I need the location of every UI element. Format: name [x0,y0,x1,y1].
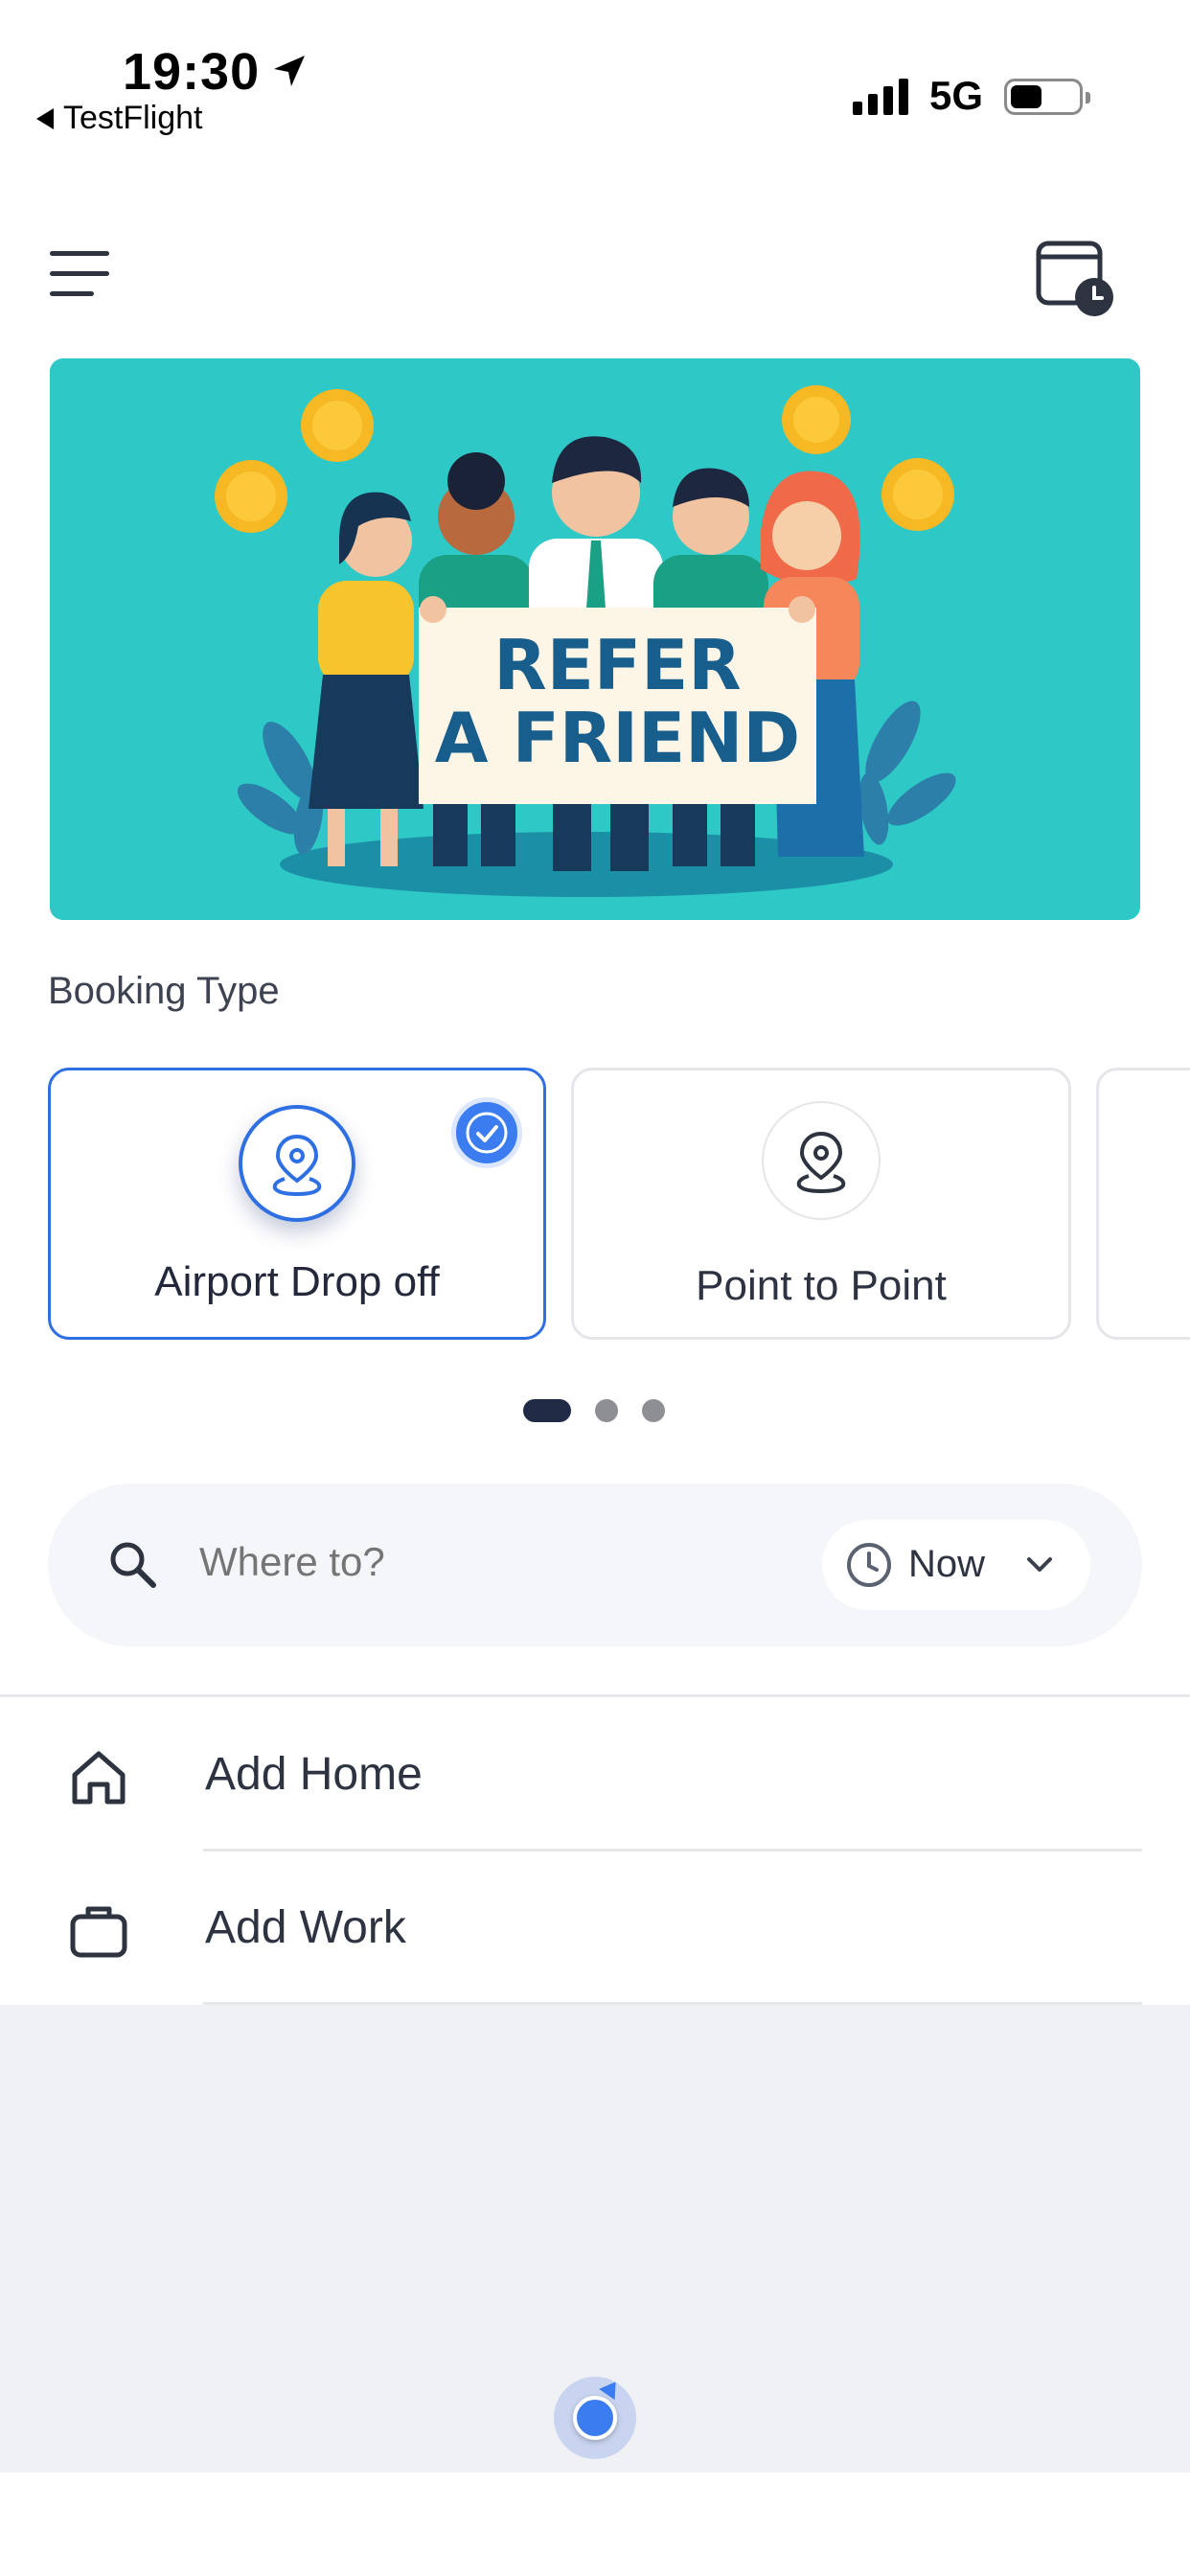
where-to-input[interactable] [199,1539,678,1585]
status-time: 19:30 [123,43,261,101]
add-home-item[interactable]: Add Home [0,1698,1190,1852]
destination-search-bar[interactable]: Now [48,1484,1142,1646]
search-icon [110,1542,156,1588]
back-triangle-icon [36,107,54,129]
status-bar: 19:30 TestFlight 5G [0,0,1190,144]
add-work-label: Add Work [205,1902,406,1953]
banner-headline-line2: A FRIEND [434,698,801,778]
hamburger-menu-icon[interactable] [50,251,115,297]
booking-type-label-airport: Airport Drop off [154,1258,440,1305]
pager-dot-active[interactable] [523,1399,571,1422]
add-work-item[interactable]: Add Work [0,1852,1190,2005]
selected-check-icon [451,1097,522,1168]
chevron-down-icon [1027,1557,1052,1572]
pager-dot[interactable] [642,1399,665,1422]
battery-icon [1004,79,1090,115]
booking-type-point-to-point[interactable]: Point to Point [571,1068,1071,1340]
network-type: 5G [929,73,984,118]
calendar-clock-icon[interactable] [1035,238,1115,318]
section-divider [0,1694,1190,1697]
add-home-label: Add Home [205,1749,423,1800]
pager-dot[interactable] [595,1399,618,1422]
booking-type-label-p2p: Point to Point [696,1262,947,1309]
refer-a-friend-banner[interactable]: REFER A FRIEND [50,358,1140,920]
back-to-app-link[interactable]: TestFlight [36,100,203,137]
banner-headline-line1: REFER [493,625,742,705]
booking-type-airport-drop-off[interactable]: Airport Drop off [48,1068,546,1340]
pickup-time-selector[interactable]: Now [822,1520,1090,1610]
current-location-marker[interactable] [554,2376,636,2459]
map-pin-icon [762,1101,881,1220]
briefcase-icon [70,1906,127,1958]
location-arrow-icon [274,56,305,86]
cellular-signal-icon [853,79,908,115]
booking-type-label: Booking Type [48,970,280,1012]
home-icon [72,1751,126,1805]
pickup-time-label: Now [908,1543,986,1585]
booking-type-next-card[interactable] [1096,1068,1190,1340]
banner-headline: REFER A FRIEND [419,629,816,774]
back-app-label: TestFlight [63,100,203,136]
map-pin-icon [239,1105,355,1222]
booking-type-pager [0,1399,1190,1424]
clock-icon [847,1543,891,1587]
